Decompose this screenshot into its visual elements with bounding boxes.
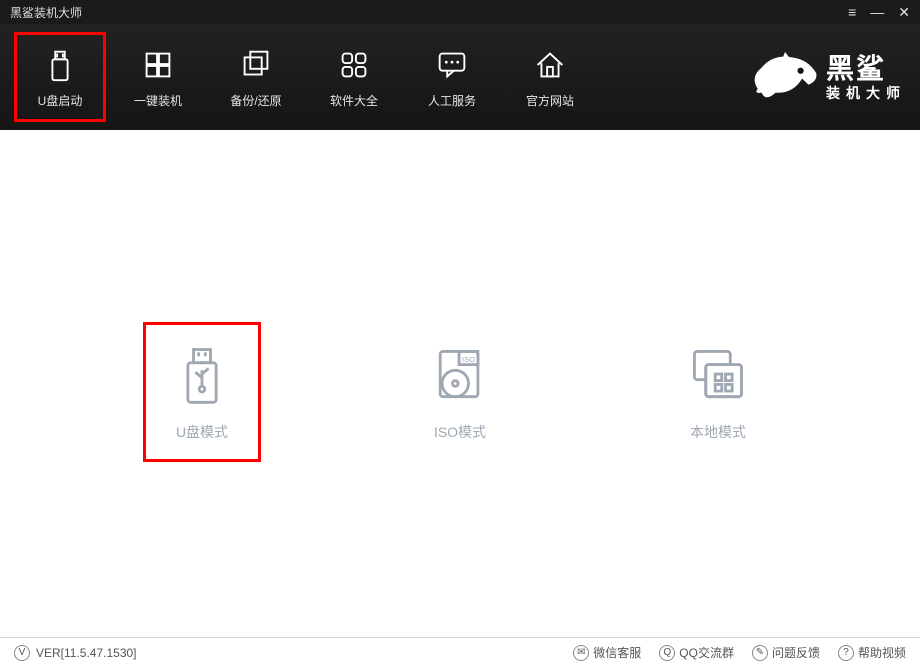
chat-icon: [433, 46, 471, 84]
grid-icon: [335, 46, 373, 84]
wechat-icon: ✉: [573, 645, 589, 661]
windows-icon: [139, 46, 177, 84]
usb-mode-icon: [169, 342, 235, 408]
nav-label: 官方网站: [526, 92, 574, 109]
nav-backup-restore[interactable]: 备份/还原: [210, 32, 302, 122]
link-wechat[interactable]: ✉ 微信客服: [573, 644, 641, 661]
link-label: 微信客服: [593, 644, 641, 661]
menu-icon[interactable]: ≡: [848, 5, 856, 19]
main-area: U盘模式 ISO ISO模式 本地模式: [0, 130, 920, 637]
mode-label: U盘模式: [176, 422, 228, 442]
local-mode-icon: [685, 342, 751, 408]
copy-icon: [237, 46, 275, 84]
nav-label: 人工服务: [428, 92, 476, 109]
shark-icon: [746, 38, 824, 116]
mode-usb[interactable]: U盘模式: [143, 322, 261, 462]
version-text: VER[11.5.47.1530]: [36, 646, 137, 660]
top-nav: U盘启动 一键装机 备份/还原 软件大全: [0, 24, 920, 130]
qq-icon: Q: [659, 645, 675, 661]
nav-official-site[interactable]: 官方网站: [504, 32, 596, 122]
usb-icon: [41, 46, 79, 84]
mode-label: ISO模式: [434, 422, 486, 442]
link-help-video[interactable]: ? 帮助视频: [838, 644, 906, 661]
status-links: ✉ 微信客服 Q QQ交流群 ✎ 问题反馈 ? 帮助视频: [573, 644, 906, 661]
nav-usb-boot[interactable]: U盘启动: [14, 32, 106, 122]
nav-label: 一键装机: [134, 92, 182, 109]
close-icon[interactable]: ✕: [898, 5, 910, 19]
feedback-icon: ✎: [752, 645, 768, 661]
link-label: 问题反馈: [772, 644, 820, 661]
nav-label: 备份/还原: [230, 92, 281, 109]
window-controls: ≡ — ✕: [848, 5, 910, 19]
mode-local[interactable]: 本地模式: [659, 322, 777, 462]
mode-row: U盘模式 ISO ISO模式 本地模式: [0, 322, 920, 462]
link-label: 帮助视频: [858, 644, 906, 661]
help-icon: ?: [838, 645, 854, 661]
home-icon: [531, 46, 569, 84]
version-badge-icon: V: [14, 645, 30, 661]
version-area: V VER[11.5.47.1530]: [14, 645, 137, 661]
nav-human-service[interactable]: 人工服务: [406, 32, 498, 122]
titlebar: 黑鲨装机大师 ≡ — ✕: [0, 0, 920, 24]
app-title: 黑鲨装机大师: [10, 4, 82, 21]
iso-mode-icon: ISO: [427, 342, 493, 408]
nav-label: U盘启动: [38, 92, 83, 109]
svg-text:ISO: ISO: [462, 355, 475, 364]
brand-line2: 装机大师: [826, 85, 906, 101]
link-qq-group[interactable]: Q QQ交流群: [659, 644, 734, 661]
brand-line1: 黑鲨: [826, 53, 906, 85]
statusbar: V VER[11.5.47.1530] ✉ 微信客服 Q QQ交流群 ✎ 问题反…: [0, 637, 920, 667]
link-feedback[interactable]: ✎ 问题反馈: [752, 644, 820, 661]
brand-logo: 黑鲨 装机大师: [746, 38, 906, 116]
nav-label: 软件大全: [330, 92, 378, 109]
link-label: QQ交流群: [679, 644, 734, 661]
minimize-icon[interactable]: —: [870, 5, 884, 19]
mode-iso[interactable]: ISO ISO模式: [401, 322, 519, 462]
nav-software-store[interactable]: 软件大全: [308, 32, 400, 122]
nav-one-click-install[interactable]: 一键装机: [112, 32, 204, 122]
mode-label: 本地模式: [690, 422, 746, 442]
